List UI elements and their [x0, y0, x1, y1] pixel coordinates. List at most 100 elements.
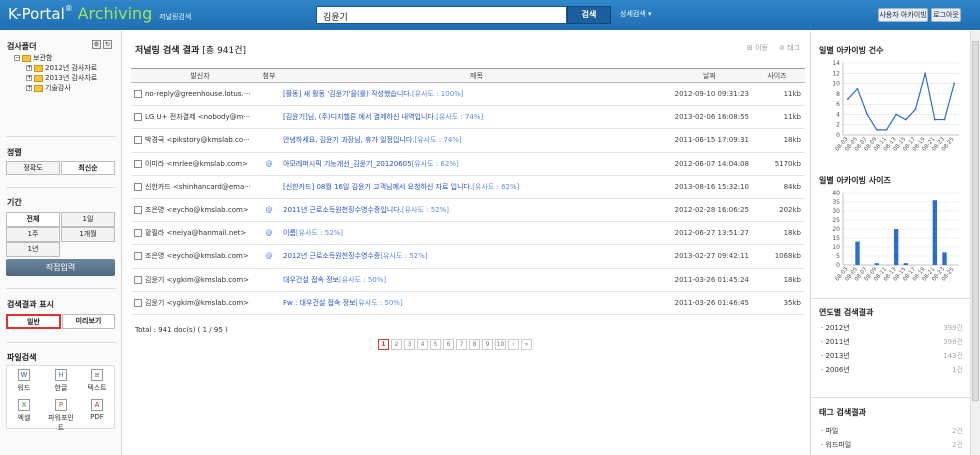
page-button[interactable]: 5: [430, 339, 441, 350]
file-type-text[interactable]: ≡ 텍스트: [83, 369, 111, 393]
period-all-button[interactable]: 전체: [6, 212, 60, 227]
col-size[interactable]: 사이즈: [749, 68, 805, 83]
sort-latest-button[interactable]: 최신순: [61, 161, 115, 175]
file-type-hwp[interactable]: H 한글: [47, 369, 75, 393]
table-row[interactable]: 김윤기 <ygkim@kmslab.com> 대우건설 접속 정보[유사도 : 5…: [131, 268, 805, 292]
similarity-score: [유사도 : 50%]: [338, 275, 387, 284]
page-button[interactable]: 10: [495, 339, 506, 350]
year-result-item[interactable]: · 2013년 143건: [821, 351, 967, 361]
expand-icon[interactable]: +: [26, 65, 32, 71]
collapse-icon[interactable]: −: [14, 55, 20, 61]
table-row[interactable]: 조은영 <eycho@kmslab.com> @2011년 근로소득원천징수영수증…: [131, 198, 805, 223]
table-row[interactable]: LG U+ 전자결제 <nobody@m··· [김윤기]님, (주)디지헬른 에…: [131, 105, 805, 130]
table-row[interactable]: no-reply@greenhouse.lotus.··· [활동] 새 활동 '…: [131, 82, 805, 107]
page-button[interactable]: 6: [443, 339, 454, 350]
page-button[interactable]: »: [521, 339, 532, 350]
attachment-icon[interactable]: @: [255, 244, 283, 269]
file-type-powerpoint[interactable]: P 파워포인트: [47, 399, 75, 433]
year-result-item[interactable]: · 2012년 399건: [821, 323, 967, 333]
expand-icon[interactable]: +: [26, 85, 32, 91]
user-archiving-button[interactable]: 사용자 아카이빙: [878, 8, 928, 22]
year-result-item[interactable]: · 2006년 1건: [821, 365, 967, 375]
table-row[interactable]: 황필라 <neiya@hanmail.net> @ 이름[유사도 : 52%] 201…: [131, 221, 805, 246]
col-sender[interactable]: 발신자: [145, 68, 255, 83]
expand-icon[interactable]: +: [26, 75, 32, 81]
display-normal-button[interactable]: 일반: [6, 314, 61, 329]
row-subject-link[interactable]: 이름[유사도 : 52%]: [283, 221, 670, 246]
row-subject-link[interactable]: 대우건설 접속 정보[유사도 : 50%]: [283, 268, 670, 292]
row-checkbox[interactable]: [134, 275, 142, 284]
sort-accuracy-button[interactable]: 정확도: [6, 161, 60, 175]
tag-result-item[interactable]: · 워드파일 2건: [821, 440, 967, 450]
table-row[interactable]: 조은영 <eycho@kmslab.com> @2012년 근로소득원천징수영수증…: [131, 244, 805, 269]
page-button[interactable]: 8: [469, 339, 480, 350]
search-input[interactable]: 김윤기: [316, 6, 567, 24]
attachment-icon[interactable]: @: [255, 198, 283, 223]
period-1week-button[interactable]: 1주: [6, 227, 60, 242]
table-row[interactable]: 박경국 <pikstory@kmslab.co··· 안녕하세요, 김윤기 과장님…: [131, 128, 805, 153]
tree-item-archive[interactable]: − 보관함: [14, 53, 52, 63]
move-button[interactable]: ⊞ 이동: [747, 43, 768, 53]
row-checkbox[interactable]: [134, 182, 142, 191]
file-type-word[interactable]: W 워드: [10, 369, 38, 393]
row-subject-link[interactable]: 2011년 근로소득원천징수영수증입니다.[유사도 : 52%]: [283, 198, 670, 223]
period-1month-button[interactable]: 1개월: [61, 227, 115, 242]
col-date[interactable]: 날짜: [670, 68, 749, 83]
col-subject[interactable]: 제목: [283, 68, 670, 83]
attachment-icon[interactable]: @: [255, 221, 283, 246]
file-type-excel[interactable]: X 엑셀: [10, 399, 38, 423]
search-button[interactable]: 검색: [567, 6, 611, 24]
row-checkbox[interactable]: [134, 298, 142, 307]
row-checkbox[interactable]: [134, 159, 142, 168]
attachment-icon[interactable]: [255, 268, 283, 292]
attachment-icon[interactable]: [255, 105, 283, 130]
page-button[interactable]: 2: [391, 339, 402, 350]
tag-result-item[interactable]: · 파일 2건: [821, 426, 967, 436]
year-result-item[interactable]: · 2011년 398건: [821, 337, 967, 347]
page-button[interactable]: 3: [404, 339, 415, 350]
row-checkbox[interactable]: [134, 90, 142, 99]
page-button[interactable]: 7: [456, 339, 467, 350]
table-row[interactable]: 김윤기 <ygkim@kmslab.com> Fw : 대우건설 접속 정보[유사…: [131, 291, 805, 315]
table-row[interactable]: 신한카드 <shinhancard@ema··· [신한카드] 08월 16일 김…: [131, 175, 805, 199]
row-checkbox[interactable]: [134, 229, 142, 238]
row-subject-link[interactable]: [김윤기]님, (주)디지헬른 에서 결제하신 내역입니다.[유사도 : 74%…: [283, 105, 670, 130]
scrollbar-thumb[interactable]: [972, 41, 979, 401]
row-checkbox[interactable]: [134, 206, 142, 215]
period-1year-button[interactable]: 1년: [6, 242, 60, 257]
folder-settings-icon[interactable]: ⚙: [92, 40, 101, 49]
row-subject-link[interactable]: 2012년 근로소득원천징수영수증[유사도 : 52%]: [283, 244, 670, 269]
row-checkbox[interactable]: [134, 136, 142, 145]
page-button[interactable]: 4: [417, 339, 428, 350]
row-subject-link[interactable]: [신한카드] 08월 16일 김윤기 고객님께서 요청하신 자료 입니다.[유사…: [283, 175, 670, 199]
period-1day-button[interactable]: 1일: [61, 212, 115, 227]
row-subject-link[interactable]: 아모레퍼시픽 기능개선_김윤기_20120605[유사도 : 62%]: [283, 152, 670, 176]
tag-button[interactable]: ⊘ 태그: [779, 43, 800, 53]
logout-button[interactable]: 로그아웃: [931, 8, 961, 22]
scrollbar[interactable]: [970, 31, 980, 455]
display-preview-button[interactable]: 미리보기: [62, 314, 115, 329]
attachment-icon[interactable]: [255, 291, 283, 315]
attachment-icon[interactable]: [255, 82, 283, 107]
advanced-search-link[interactable]: 상세검색 ▾: [620, 9, 652, 19]
row-subject-link[interactable]: 안녕하세요, 김윤기 과장님, 휴가 일정입니다.[유사도 : 74%]: [283, 128, 670, 153]
tree-item-2013[interactable]: +2013년 감사자료: [26, 73, 97, 83]
attachment-icon[interactable]: [255, 175, 283, 199]
row-subject-link[interactable]: Fw : 대우건설 접속 정보[유사도 : 50%]: [283, 291, 670, 315]
page-button[interactable]: 1: [378, 339, 389, 350]
tree-item-2012[interactable]: +2012년 감사자료: [26, 63, 97, 73]
row-subject-link[interactable]: [활동] 새 활동 '김윤기'을(를) 작성했습니다.[유사도 : 100%]: [283, 82, 670, 107]
table-row[interactable]: 이미라 <mrlee@kmslab.com> @ 아모레퍼시픽 기능개선_김윤기_2…: [131, 152, 805, 176]
folder-refresh-icon[interactable]: ↻: [103, 40, 112, 49]
tree-item-tech-audit[interactable]: + 기술감사: [26, 83, 71, 93]
period-custom-button[interactable]: 직접입력: [6, 259, 115, 276]
page-button[interactable]: 9: [482, 339, 493, 350]
page-button[interactable]: ›: [508, 339, 519, 350]
attachment-icon[interactable]: @: [255, 152, 283, 176]
col-attach[interactable]: 첨부: [255, 68, 283, 83]
attachment-icon[interactable]: [255, 128, 283, 153]
file-type-pdf[interactable]: A PDF: [83, 399, 111, 421]
row-checkbox[interactable]: [134, 252, 142, 261]
app-logo[interactable]: K-Portal® Archiving 저널링검색: [8, 4, 191, 23]
row-checkbox[interactable]: [134, 113, 142, 122]
